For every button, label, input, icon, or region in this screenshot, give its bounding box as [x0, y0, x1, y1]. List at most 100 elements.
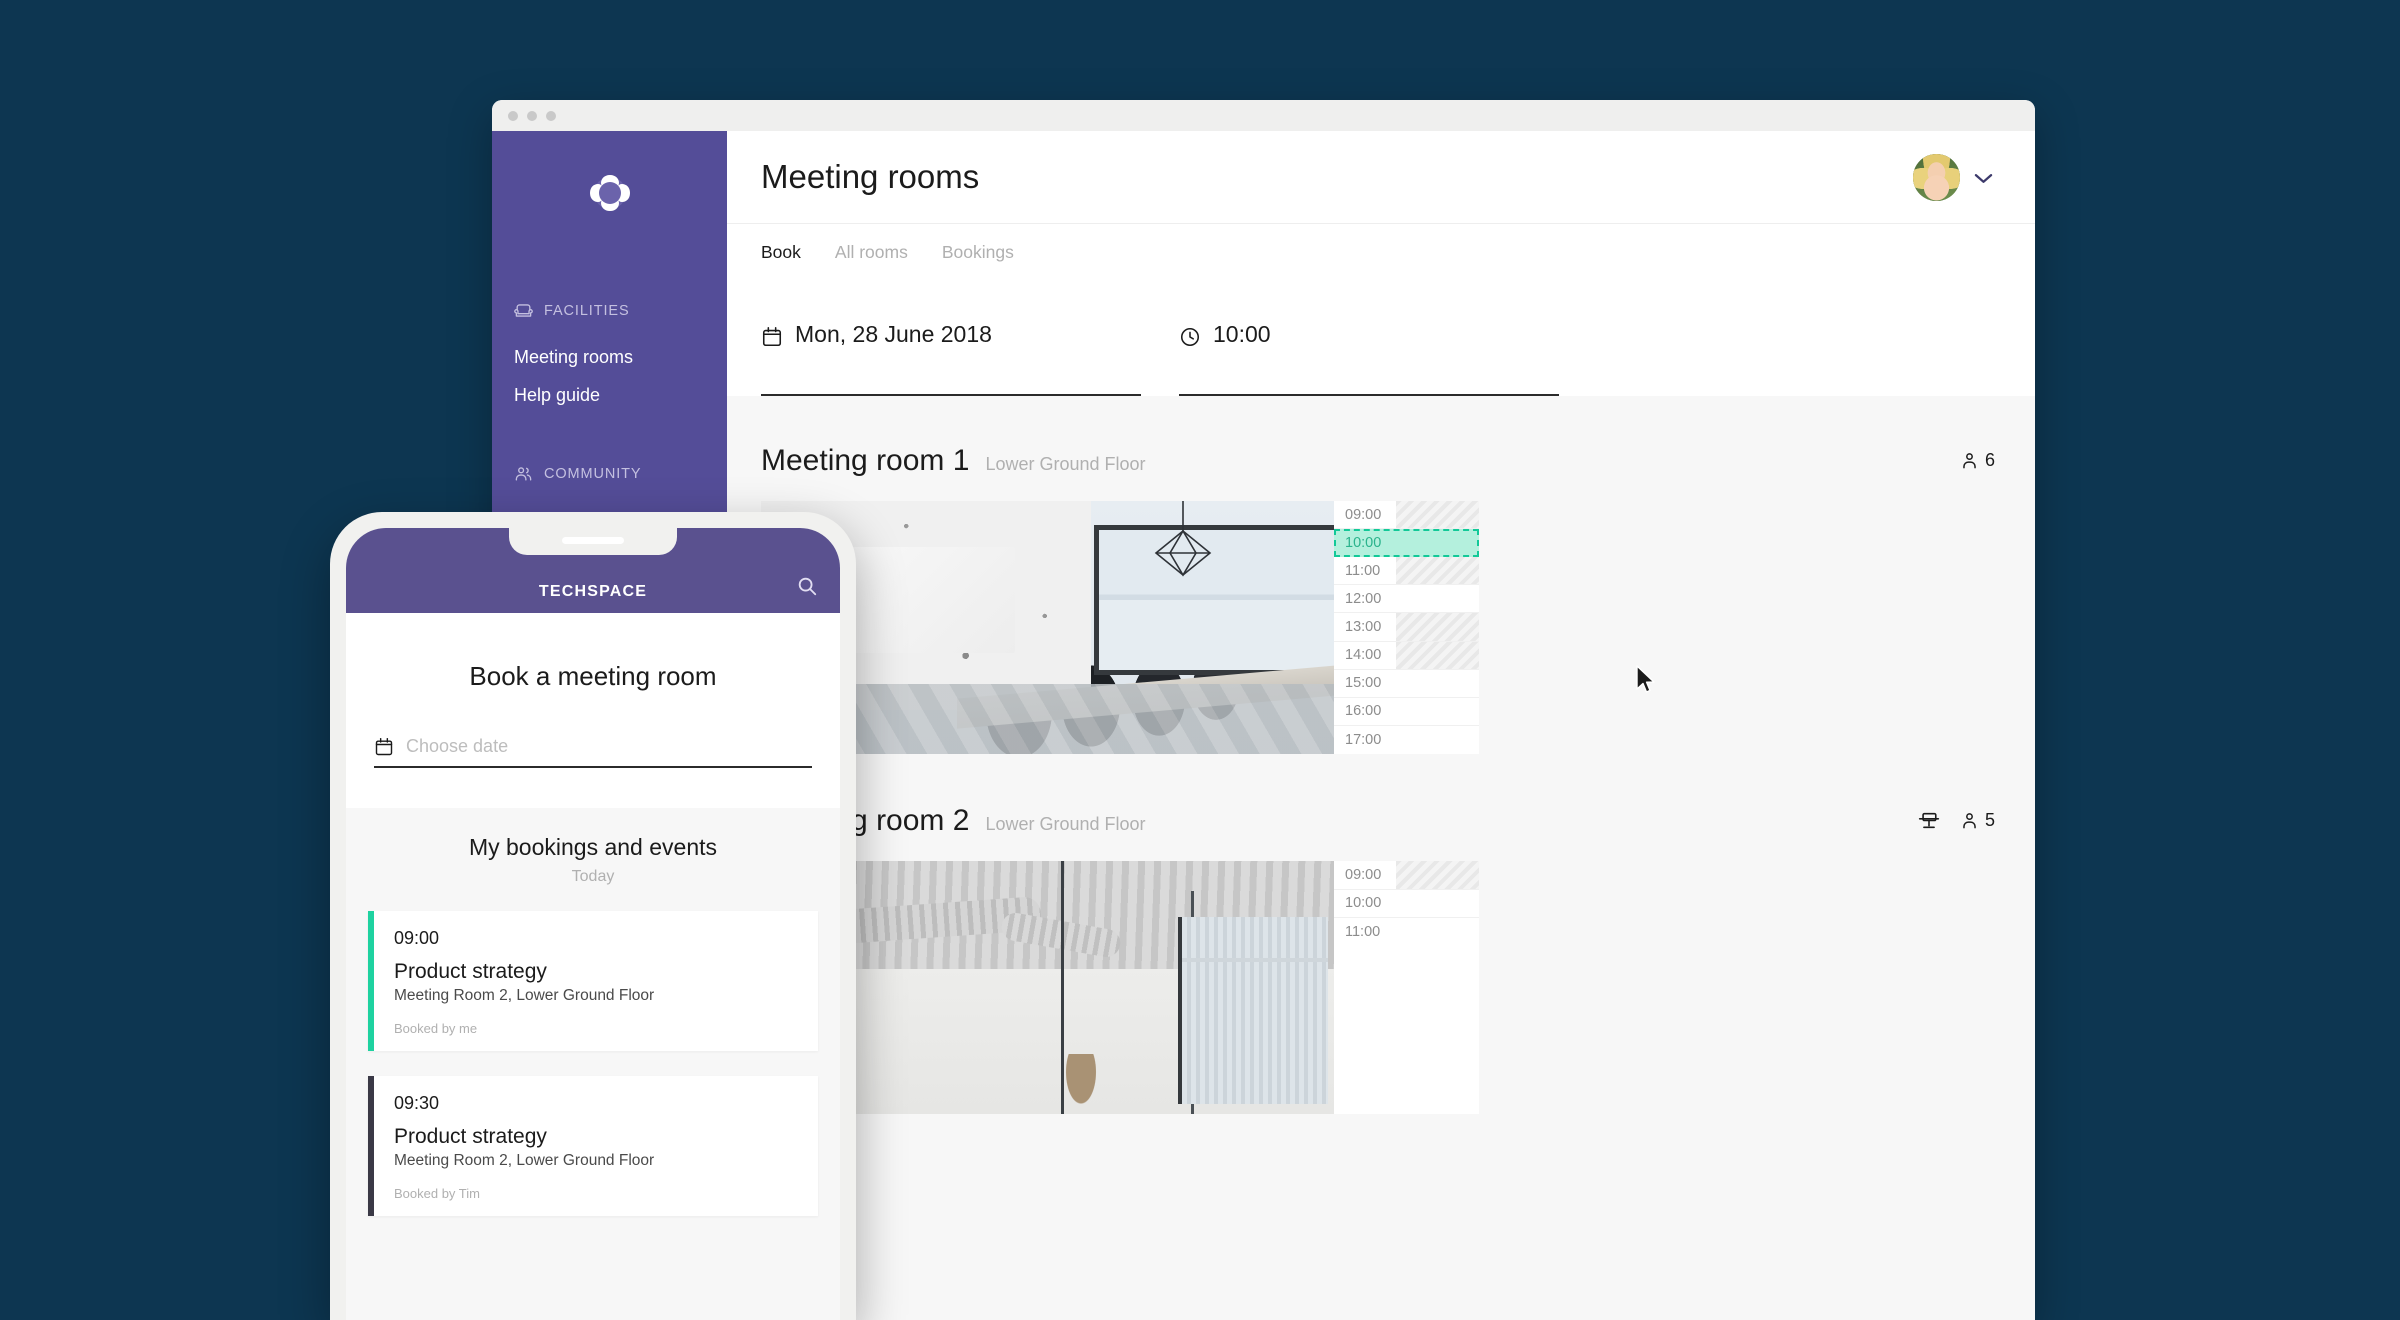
time-slot-label: 12:00 [1345, 590, 1382, 607]
tabs-bar: Book All rooms Bookings [727, 224, 2035, 281]
date-picker[interactable]: Mon, 28 June 2018 [761, 323, 1141, 396]
person-icon [1960, 811, 1979, 830]
time-picker-value: 10:00 [1213, 321, 1271, 347]
page-title: Meeting rooms [761, 158, 980, 195]
room-list[interactable]: Meeting room 1 Lower Ground Floor 6 09:0… [727, 396, 2035, 1320]
logo-wrap [492, 167, 727, 219]
close-icon[interactable] [508, 110, 518, 121]
time-slot[interactable]: 11:00 [1334, 918, 1479, 947]
zoom-icon[interactable] [546, 110, 556, 121]
booking-title: Product strategy [394, 1125, 547, 1148]
phone-notch [509, 528, 677, 555]
room-header: Meeting room 2 Lower Ground Floor 5 [761, 804, 2001, 838]
time-slot-label: 16:00 [1345, 703, 1382, 720]
techspace-logo [584, 167, 636, 219]
capacity-value: 5 [1984, 810, 1995, 830]
list-item[interactable]: 09:30 Product strategy Meeting Room 2, L… [368, 1076, 818, 1216]
main-pane: Meeting rooms Book All rooms Bookings Mo… [727, 131, 2035, 1320]
chevron-down-icon[interactable] [1974, 171, 1993, 183]
projector-icon [1918, 811, 1940, 830]
avatar [1913, 153, 1960, 201]
tab-all-rooms[interactable]: All rooms [835, 242, 908, 263]
pickers-row: Mon, 28 June 2018 10:00 [727, 281, 2035, 396]
capacity-value: 6 [1984, 450, 1995, 470]
room-floor: Lower Ground Floor [985, 814, 1146, 834]
tab-book[interactable]: Book [761, 242, 801, 263]
room-card: Meeting room 1 Lower Ground Floor 6 09:0… [761, 444, 2001, 754]
time-slot[interactable]: 12:00 [1334, 585, 1479, 614]
time-slot[interactable]: 09:00 [1334, 501, 1479, 530]
armchair-icon [514, 301, 533, 320]
room-card: Meeting room 2 Lower Ground Floor 5 09:0… [761, 804, 2001, 1114]
capacity-meta: 5 [1960, 810, 1995, 831]
time-picker[interactable]: 10:00 [1179, 323, 1559, 396]
phone-bookings-section: My bookings and events Today 09:00 Produ… [346, 808, 840, 1320]
sidebar-section-facilities: FACILITIES [492, 301, 727, 320]
time-slot[interactable]: 16:00 [1334, 698, 1479, 726]
time-slot-selected[interactable]: 10:00 [1334, 529, 1479, 558]
user-menu[interactable] [1913, 153, 1993, 201]
room-floor: Lower Ground Floor [985, 454, 1146, 474]
capacity-meta: 6 [1960, 450, 1995, 471]
person-icon [1960, 451, 1979, 470]
phone-topbar: TECHSPACE [346, 528, 840, 613]
list-item[interactable]: 09:00 Product strategy Meeting Room 2, L… [368, 911, 818, 1051]
avatar [760, 927, 800, 967]
phone-speaker [562, 537, 624, 544]
booking-owner: Booked by me [394, 1021, 478, 1036]
time-slot[interactable]: 13:00 [1334, 613, 1479, 642]
room-meta: 6 [1960, 450, 1995, 471]
phone-screen: TECHSPACE Book a meeting room Choose dat… [346, 528, 840, 1320]
time-slot[interactable]: 17:00 [1334, 726, 1479, 754]
phone-topbar-actions [748, 571, 818, 605]
time-slot-label: 17:00 [1345, 731, 1382, 748]
search-icon[interactable] [796, 575, 818, 602]
time-slot-label: 15:00 [1345, 675, 1382, 692]
time-slot-label: 10:00 [1345, 895, 1382, 912]
phone-heading: Book a meeting room [469, 661, 717, 691]
people-icon [514, 464, 533, 483]
avatar[interactable] [748, 571, 782, 605]
phone-body: Book a meeting room Choose date [346, 613, 840, 768]
date-picker-value: Mon, 28 June 2018 [795, 321, 992, 347]
time-slot-grid[interactable]: 09:00 10:00 11:00 [1334, 861, 1479, 1114]
sidebar-section-label: FACILITIES [544, 302, 630, 319]
bookings-heading: My bookings and events [468, 834, 718, 860]
minimize-icon[interactable] [527, 110, 537, 121]
photo-pendant-lamp [1061, 1054, 1101, 1114]
booking-location: Meeting Room 2, Lower Ground Floor [394, 987, 655, 1004]
time-slot-grid[interactable]: 09:00 10:00 11:00 12:00 13:00 14:00 15:0… [1334, 501, 1479, 754]
phone-mockup: TECHSPACE Book a meeting room Choose dat… [330, 512, 856, 1320]
tab-bookings[interactable]: Bookings [942, 242, 1014, 263]
avatar [760, 1092, 800, 1132]
choose-date-placeholder: Choose date [406, 736, 509, 756]
time-slot-label: 11:00 [1345, 562, 1381, 579]
time-slot-label: 11:00 [1345, 924, 1381, 941]
calendar-icon [374, 737, 394, 757]
calendar-icon [761, 326, 783, 348]
time-slot-label: 09:00 [1345, 866, 1382, 883]
photo-pendant-lamp [1144, 501, 1222, 585]
sidebar-item-help-guide[interactable]: Help guide [492, 376, 727, 414]
projector-meta [1918, 811, 1940, 830]
clock-icon [1179, 326, 1201, 348]
page-header: Meeting rooms [727, 131, 2035, 224]
time-slot-label: 13:00 [1345, 619, 1382, 636]
choose-date-input[interactable]: Choose date [374, 736, 812, 768]
browser-chrome [492, 100, 2035, 131]
room-meta: 5 [1918, 810, 1995, 831]
sidebar-item-meeting-rooms[interactable]: Meeting rooms [492, 338, 727, 376]
phone-brand: TECHSPACE [538, 583, 648, 600]
sidebar-section-community: COMMUNITY [492, 464, 727, 483]
time-slot[interactable]: 09:00 [1334, 861, 1479, 890]
time-slot[interactable]: 11:00 [1334, 557, 1479, 586]
time-slot[interactable]: 15:00 [1334, 670, 1479, 698]
time-slot[interactable]: 10:00 [1334, 890, 1479, 919]
booking-location: Meeting Room 2, Lower Ground Floor [394, 1152, 655, 1169]
room-header: Meeting room 1 Lower Ground Floor 6 [761, 444, 2001, 478]
room-body: 09:00 10:00 11:00 [761, 861, 2001, 1114]
booking-title: Product strategy [394, 960, 547, 983]
time-slot[interactable]: 14:00 [1334, 641, 1479, 670]
time-slot-label: 10:00 [1345, 535, 1382, 552]
